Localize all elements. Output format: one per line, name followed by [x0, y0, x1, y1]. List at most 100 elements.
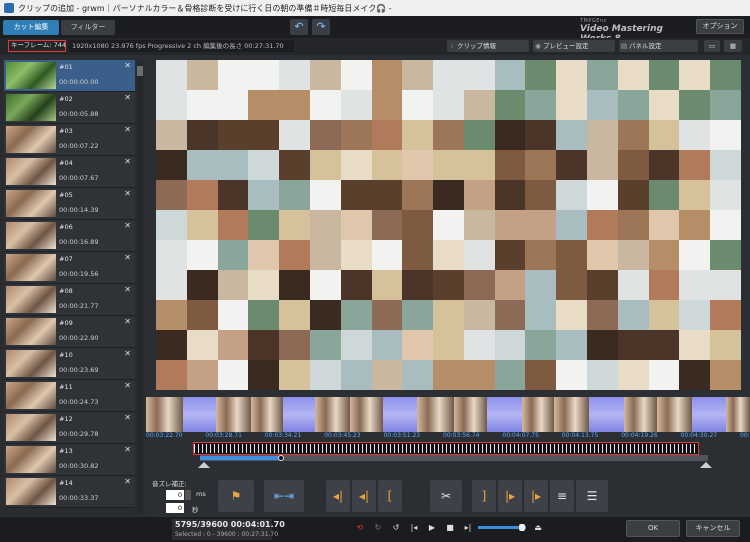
av-offset-ms-stepper[interactable]	[185, 490, 191, 500]
preview-pixel	[710, 150, 741, 180]
close-icon[interactable]: ✕	[124, 413, 131, 422]
close-icon[interactable]: ✕	[124, 253, 131, 262]
clip-list-item[interactable]: #05 00:00:14.39 ✕	[4, 188, 135, 220]
redo-playback-icon[interactable]: ↻	[372, 522, 384, 534]
preview-pixel	[648, 270, 680, 300]
volume-slider[interactable]	[478, 524, 526, 531]
monitor-icon[interactable]: ▭	[704, 40, 720, 52]
timeline-thumbnail	[691, 397, 726, 432]
playhead-handle[interactable]	[278, 455, 285, 461]
preview-pixel	[679, 300, 711, 330]
step-back-button[interactable]: ◂|	[352, 480, 376, 512]
timeline-thumbnails[interactable]	[146, 397, 750, 432]
preview-pixel	[710, 330, 741, 360]
cancel-button[interactable]: キャンセル	[686, 520, 740, 537]
av-offset-ms-input[interactable]: 0	[166, 490, 184, 500]
close-icon[interactable]: ✕	[124, 61, 131, 70]
clip-list-item[interactable]: #01 00:00:00.00 ✕	[4, 60, 135, 92]
preview-pixel	[433, 360, 464, 390]
prev-frame-icon[interactable]: |◂	[408, 522, 420, 534]
close-icon[interactable]: ✕	[124, 157, 131, 166]
ok-button[interactable]: OK	[626, 520, 680, 537]
clip-list-item[interactable]: #03 00:00:07.22 ✕	[4, 124, 135, 156]
redo-icon[interactable]: ↷	[312, 19, 330, 35]
clip-number: #09	[59, 319, 73, 327]
preview-pixel	[156, 90, 187, 120]
loop-icon[interactable]: ⟲	[354, 522, 366, 534]
next-frame-icon[interactable]: ▸|	[462, 522, 474, 534]
clip-list-item[interactable]: #07 00:00:19.56 ✕	[4, 252, 135, 284]
clip-list-item[interactable]: #14 00:00:33.37 ✕	[4, 476, 135, 508]
timeline-thumbnail	[146, 397, 183, 432]
edit-menu-button[interactable]: ≡	[550, 480, 574, 512]
clip-list-item[interactable]: #02 00:00:05.88 ✕	[4, 92, 135, 124]
preview-pixel	[309, 180, 341, 210]
clip-number: #07	[59, 255, 73, 263]
timeline-thumbnail	[453, 397, 487, 432]
split-button[interactable]: ⇤⇥	[264, 480, 304, 512]
close-icon[interactable]: ✕	[124, 317, 131, 326]
close-icon[interactable]: ✕	[124, 125, 131, 134]
close-icon[interactable]: ✕	[124, 93, 131, 102]
close-icon[interactable]: ✕	[124, 477, 131, 486]
trim-end-marker[interactable]	[700, 462, 712, 468]
set-in-point-button[interactable]: ⚑	[218, 480, 254, 512]
preview-pixel	[710, 300, 741, 330]
timeline-thumbnail	[315, 397, 351, 432]
jump-end-button[interactable]: |▸	[524, 480, 548, 512]
clip-list-item[interactable]: #12 00:00:29.78 ✕	[4, 412, 135, 444]
preview-settings-button[interactable]: ◉ プレビュー設定	[533, 40, 615, 52]
preview-pixel	[648, 90, 680, 120]
keyframe-ruler[interactable]	[193, 442, 699, 455]
timecode-label: 00:04:30.27	[680, 432, 718, 439]
play-icon[interactable]: ▶	[426, 522, 438, 534]
close-icon[interactable]: ✕	[124, 381, 131, 390]
clip-info-button[interactable]: ⁝ クリップ情報	[447, 40, 529, 52]
clip-list-scrollbar[interactable]	[137, 62, 143, 514]
clip-list-item[interactable]: #10 00:00:23.69 ✕	[4, 348, 135, 380]
close-icon[interactable]: ✕	[124, 445, 131, 454]
scrollbar-thumb[interactable]	[137, 66, 143, 76]
thumbnail-icon[interactable]: ▦	[724, 40, 742, 52]
list-menu-button[interactable]: ☰	[576, 480, 608, 512]
rewind-icon[interactable]: ↺	[390, 522, 402, 534]
volume-knob[interactable]	[519, 524, 526, 531]
preview-pixel	[617, 120, 649, 150]
preview-pixel	[402, 150, 434, 180]
panel-settings-button[interactable]: ▤ パネル設定	[619, 40, 698, 52]
tab-filter[interactable]: フィルター	[61, 20, 115, 35]
undo-icon[interactable]: ↶	[290, 19, 308, 35]
clip-list-item[interactable]: #04 00:00:07.67 ✕	[4, 156, 135, 188]
close-icon[interactable]: ✕	[124, 285, 131, 294]
clip-list-item[interactable]: #06 00:00:16.89 ✕	[4, 220, 135, 252]
cut-button[interactable]: ✂	[430, 480, 462, 512]
preview-pixel	[433, 270, 464, 300]
close-icon[interactable]: ✕	[124, 349, 131, 358]
preview-pixel	[248, 180, 280, 210]
av-offset-sec-input[interactable]: 0	[166, 503, 184, 513]
frame-counter: 5795/39600 00:04:01.70 Selected : 0 - 39…	[172, 519, 285, 540]
position-slider[interactable]	[200, 455, 708, 461]
clip-list-item[interactable]: #11 00:00:24.73 ✕	[4, 380, 135, 412]
close-icon[interactable]: ✕	[124, 221, 131, 230]
timeline-thumbnail	[589, 397, 625, 432]
jump-start-button[interactable]: ◂|	[326, 480, 350, 512]
clip-list-item[interactable]: #13 00:00:30.82 ✕	[4, 444, 135, 476]
option-button[interactable]: オプション	[696, 19, 744, 34]
preview-pixel	[679, 90, 711, 120]
timeline-thumbnail	[417, 397, 454, 432]
clip-number: #08	[59, 287, 73, 295]
speaker-icon[interactable]: ⏏	[532, 522, 544, 534]
tab-cut-edit[interactable]: カット編集	[3, 20, 59, 35]
jump-cut-start-button[interactable]: [	[378, 480, 402, 512]
preview-pixel	[617, 300, 649, 330]
trim-start-marker[interactable]	[198, 462, 210, 468]
preview-pixel	[402, 240, 434, 270]
stop-icon[interactable]: ■	[444, 522, 456, 534]
preview-pixel	[617, 210, 649, 240]
jump-cut-end-button[interactable]: ]	[472, 480, 496, 512]
step-forward-button[interactable]: |▸	[498, 480, 522, 512]
clip-list-item[interactable]: #09 00:00:22.90 ✕	[4, 316, 135, 348]
clip-list-item[interactable]: #08 00:00:21.77 ✕	[4, 284, 135, 316]
close-icon[interactable]: ✕	[124, 189, 131, 198]
